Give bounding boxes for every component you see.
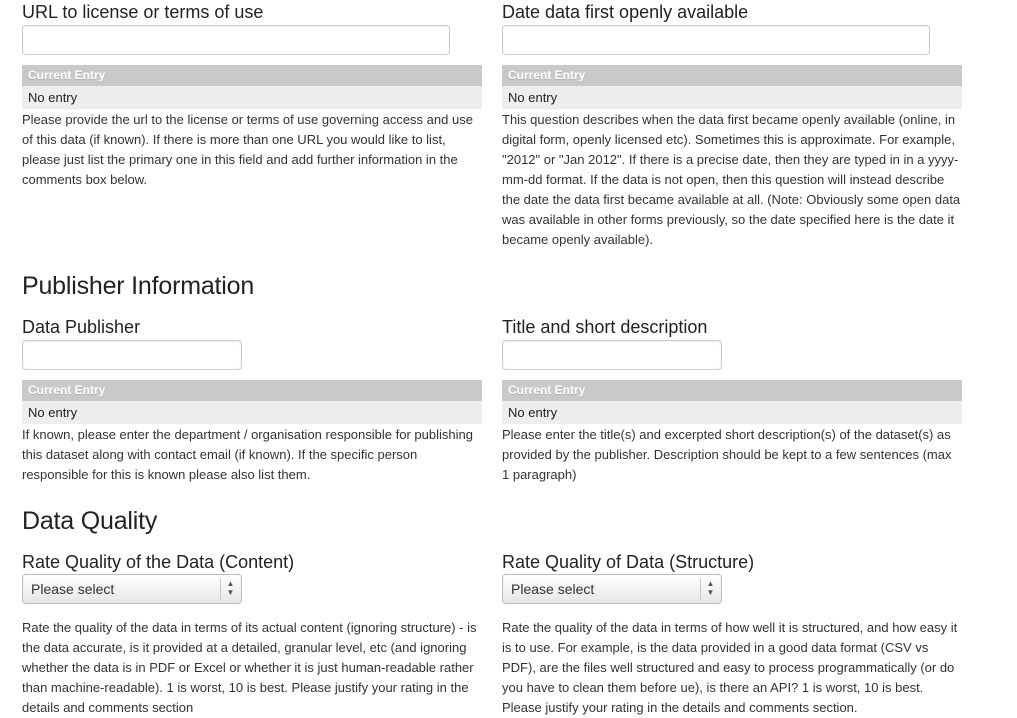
updown-arrows-icon: ▲ ▼ <box>706 579 715 597</box>
current-entry-header: Current Entry <box>22 65 482 86</box>
quality-structure-help: Rate the quality of the data in terms of… <box>502 620 958 715</box>
quality-section-title: Data Quality <box>22 507 158 535</box>
quality-structure-label: Rate Quality of Data (Structure) <box>502 552 755 572</box>
quality-content-field-group: Rate Quality of the Data (Content) Pleas… <box>22 551 482 718</box>
date-available-current-entry: Current Entry No entry <box>502 65 962 109</box>
quality-structure-field-group: Rate Quality of Data (Structure) Please … <box>502 551 962 718</box>
current-entry-value: No entry <box>22 86 482 109</box>
quality-structure-select[interactable]: Please select ▲ ▼ <box>502 574 722 604</box>
date-available-help: This question describes when the data fi… <box>502 112 961 247</box>
title-description-help: Please enter the title(s) and excerpted … <box>502 427 952 482</box>
quality-content-label: Rate Quality of the Data (Content) <box>22 552 295 572</box>
license-url-input[interactable] <box>22 25 450 55</box>
title-description-field-group: Title and short description Current Entr… <box>502 316 962 485</box>
date-available-input[interactable] <box>502 25 930 55</box>
date-available-label: Date data first openly available <box>502 2 749 22</box>
quality-content-select[interactable]: Please select ▲ ▼ <box>22 574 242 604</box>
quality-content-selected-value: Please select <box>31 581 115 597</box>
license-url-field-group: URL to license or terms of use Current E… <box>22 1 482 190</box>
quality-content-help: Rate the quality of the data in terms of… <box>22 620 477 715</box>
title-description-label: Title and short description <box>502 317 708 337</box>
data-publisher-label: Data Publisher <box>22 317 141 337</box>
current-entry-header: Current Entry <box>22 380 482 401</box>
data-publisher-help: If known, please enter the department / … <box>22 427 473 482</box>
date-available-field-group: Date data first openly available Current… <box>502 1 962 250</box>
publisher-section-title: Publisher Information <box>22 272 255 300</box>
current-entry-value: No entry <box>22 401 482 424</box>
current-entry-value: No entry <box>502 401 962 424</box>
select-divider <box>700 578 701 600</box>
current-entry-header: Current Entry <box>502 380 962 401</box>
license-url-label: URL to license or terms of use <box>22 2 264 22</box>
current-entry-value: No entry <box>502 86 962 109</box>
quality-structure-selected-value: Please select <box>511 581 595 597</box>
title-description-input[interactable] <box>502 340 722 370</box>
select-divider <box>220 578 221 600</box>
data-publisher-input[interactable] <box>22 340 242 370</box>
updown-arrows-icon: ▲ ▼ <box>226 579 235 597</box>
current-entry-header: Current Entry <box>502 65 962 86</box>
data-publisher-current-entry: Current Entry No entry <box>22 380 482 424</box>
title-description-current-entry: Current Entry No entry <box>502 380 962 424</box>
data-publisher-field-group: Data Publisher Current Entry No entry If… <box>22 316 482 485</box>
license-url-current-entry: Current Entry No entry <box>22 65 482 109</box>
license-url-help: Please provide the url to the license or… <box>22 112 473 187</box>
